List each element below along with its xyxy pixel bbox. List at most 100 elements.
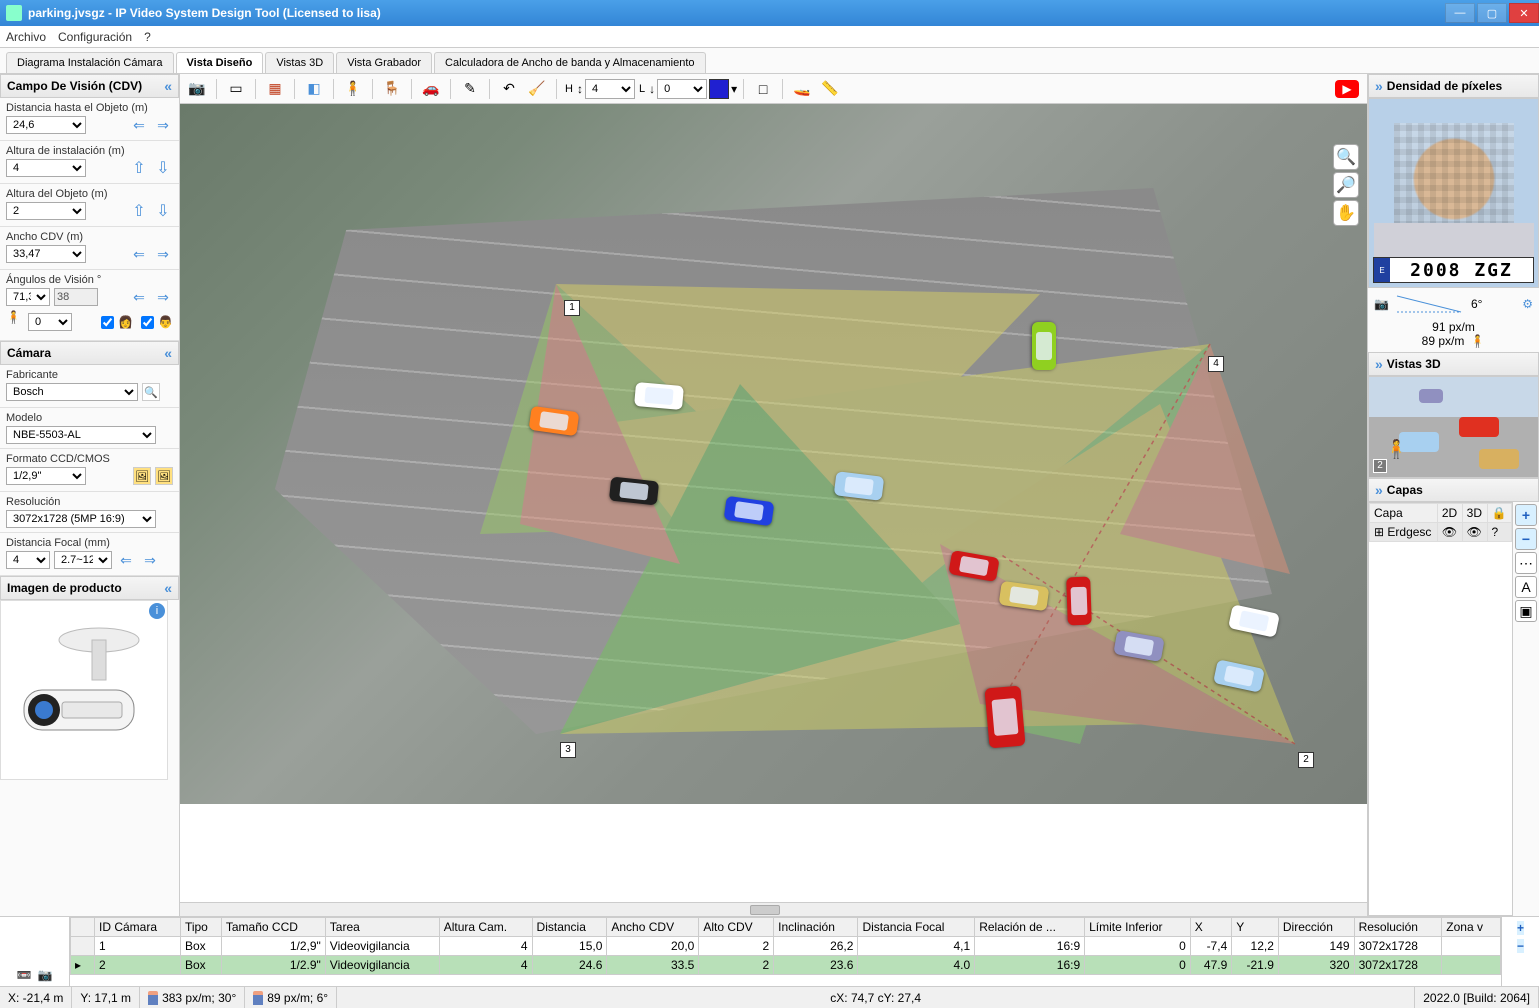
- pixdens-header[interactable]: » Densidad de píxeles: [1368, 74, 1539, 98]
- th-ancho[interactable]: Ancho CDV: [607, 918, 699, 937]
- pan-icon[interactable]: ✋: [1333, 200, 1359, 226]
- ang-right-icon[interactable]: ⇒: [153, 288, 173, 306]
- th-lim[interactable]: Límite Inferior: [1085, 918, 1191, 937]
- th-x[interactable]: X: [1190, 918, 1232, 937]
- focal-left-icon[interactable]: ⇐: [116, 551, 136, 569]
- th-tarea[interactable]: Tarea: [325, 918, 439, 937]
- car-white[interactable]: [634, 382, 684, 410]
- dist-left-icon[interactable]: ⇐: [129, 116, 149, 134]
- camera-header[interactable]: Cámara «: [0, 341, 179, 365]
- th-id[interactable]: ID Cámara: [95, 918, 181, 937]
- close-button[interactable]: ✕: [1509, 3, 1539, 23]
- box-tool-icon[interactable]: ▭: [223, 77, 249, 101]
- white-tool-icon[interactable]: □: [750, 77, 776, 101]
- swatch-dropdown-icon[interactable]: ▾: [731, 82, 737, 96]
- camera-marker-2[interactable]: 2: [1298, 752, 1314, 768]
- expand-icon[interactable]: ⊞: [1374, 525, 1384, 539]
- bench-tool-icon[interactable]: 🪑: [379, 77, 405, 101]
- info-icon[interactable]: i: [149, 603, 165, 619]
- camera-marker-3[interactable]: 3: [560, 742, 576, 758]
- menu-archivo[interactable]: Archivo: [6, 30, 46, 44]
- layers-header[interactable]: » Capas: [1368, 478, 1539, 502]
- menu-help[interactable]: ?: [144, 30, 151, 44]
- tab-diagrama[interactable]: Diagrama Instalación Cámara: [6, 52, 174, 73]
- gear-icon[interactable]: ⚙: [1522, 297, 1533, 311]
- camera-type2-icon[interactable]: 📷: [38, 968, 53, 982]
- iconcount-select[interactable]: 0: [28, 313, 72, 331]
- portrait-icon[interactable]: 🖼: [155, 467, 173, 485]
- res-select[interactable]: 3072x1728 (5MP 16:9): [6, 510, 156, 528]
- undo-icon[interactable]: ↶: [496, 77, 522, 101]
- th-focal[interactable]: Distancia Focal: [858, 918, 975, 937]
- truck-red[interactable]: [984, 686, 1025, 749]
- th-dist[interactable]: Distancia: [532, 918, 607, 937]
- altobj-up-icon[interactable]: ⇧: [129, 202, 149, 220]
- tab-vista-diseno[interactable]: Vista Diseño: [176, 52, 264, 73]
- cdv-header[interactable]: Campo De Visión (CDV) «: [0, 74, 179, 98]
- prodimg-header[interactable]: Imagen de producto «: [0, 576, 179, 600]
- th-alto[interactable]: Alto CDV: [699, 918, 774, 937]
- search-icon[interactable]: 🔍: [142, 383, 160, 401]
- th-ccd[interactable]: Tamaño CCD: [221, 918, 325, 937]
- layer-select-button[interactable]: ▣: [1515, 600, 1537, 622]
- maximize-button[interactable]: ▢: [1477, 3, 1507, 23]
- pencil-tool-icon[interactable]: ✎: [457, 77, 483, 101]
- layer-text-button[interactable]: A: [1515, 576, 1537, 598]
- ang-left-icon[interactable]: ⇐: [129, 288, 149, 306]
- ang-select[interactable]: 71,3: [6, 288, 50, 306]
- th-incl[interactable]: Inclinación: [774, 918, 858, 937]
- l-select[interactable]: 0: [657, 79, 707, 99]
- tab-calculadora[interactable]: Calculadora de Ancho de banda y Almacena…: [434, 52, 706, 73]
- h-select[interactable]: 4: [585, 79, 635, 99]
- th-zona[interactable]: Zona v: [1442, 918, 1501, 937]
- focal-select[interactable]: 4: [6, 551, 50, 569]
- person-tool-icon[interactable]: 🧍: [340, 77, 366, 101]
- table-add-button[interactable]: +: [1517, 921, 1524, 935]
- color-swatch[interactable]: [709, 79, 729, 99]
- tab-grabador[interactable]: Vista Grabador: [336, 52, 432, 73]
- car-green[interactable]: [1032, 322, 1056, 370]
- youtube-icon[interactable]: ▶: [1335, 80, 1359, 98]
- focal-range-select[interactable]: 2.7~12: [54, 551, 112, 569]
- th-rel[interactable]: Relación de ...: [975, 918, 1085, 937]
- fab-select[interactable]: Bosch: [6, 383, 138, 401]
- wall-tool-icon[interactable]: ▦: [262, 77, 288, 101]
- altobj-down-icon[interactable]: ⇩: [153, 202, 173, 220]
- canvas-scrollbar[interactable]: [180, 902, 1367, 916]
- camera-type1-icon[interactable]: 📼: [17, 968, 32, 982]
- design-canvas[interactable]: 1 2 3 4 🔍 🔎 ✋: [180, 104, 1367, 916]
- zoom-out-icon[interactable]: 🔎: [1333, 172, 1359, 198]
- altinst-down-icon[interactable]: ⇩: [153, 159, 173, 177]
- check-man[interactable]: [141, 316, 154, 329]
- minimize-button[interactable]: —: [1445, 3, 1475, 23]
- car-red2[interactable]: [1066, 577, 1092, 626]
- eye-2d-icon[interactable]: 👁: [1437, 523, 1462, 542]
- th-alt[interactable]: Altura Cam.: [439, 918, 532, 937]
- car-black[interactable]: [609, 477, 659, 506]
- ccd-select[interactable]: 1/2,9": [6, 467, 86, 485]
- table-remove-button[interactable]: −: [1517, 939, 1524, 953]
- eye-3d-icon[interactable]: 👁: [1462, 523, 1487, 542]
- menu-configuracion[interactable]: Configuración: [58, 30, 132, 44]
- tab-vistas-3d[interactable]: Vistas 3D: [265, 52, 334, 73]
- th-y[interactable]: Y: [1232, 918, 1279, 937]
- layers-list[interactable]: Capa 2D 3D 🔒 ⊞ Erdgesc 👁 👁 ?: [1368, 502, 1513, 916]
- modelo-select[interactable]: NBE-5503-AL: [6, 426, 156, 444]
- tape-tool-icon[interactable]: 📏: [817, 77, 843, 101]
- layer-add-button[interactable]: +: [1515, 504, 1537, 526]
- landscape-icon[interactable]: 🖼: [133, 467, 151, 485]
- layer-row[interactable]: ⊞ Erdgesc 👁 👁 ?: [1370, 523, 1512, 542]
- check-woman[interactable]: [101, 316, 114, 329]
- camera-tool-icon[interactable]: 📷: [184, 77, 210, 101]
- dist-right-icon[interactable]: ⇒: [153, 116, 173, 134]
- camera-table[interactable]: ID Cámara Tipo Tamaño CCD Tarea Altura C…: [70, 917, 1501, 986]
- view3d-preview[interactable]: 🧍 2: [1368, 376, 1539, 478]
- th-res[interactable]: Resolución: [1354, 918, 1442, 937]
- car-tool-icon[interactable]: 🚗: [418, 77, 444, 101]
- ancho-left-icon[interactable]: ⇐: [129, 245, 149, 263]
- camera-marker-4[interactable]: 4: [1208, 356, 1224, 372]
- v3d-header[interactable]: » Vistas 3D: [1368, 352, 1539, 376]
- layer-remove-button[interactable]: −: [1515, 528, 1537, 550]
- layer-more-button[interactable]: ⋯: [1515, 552, 1537, 574]
- ancho-right-icon[interactable]: ⇒: [153, 245, 173, 263]
